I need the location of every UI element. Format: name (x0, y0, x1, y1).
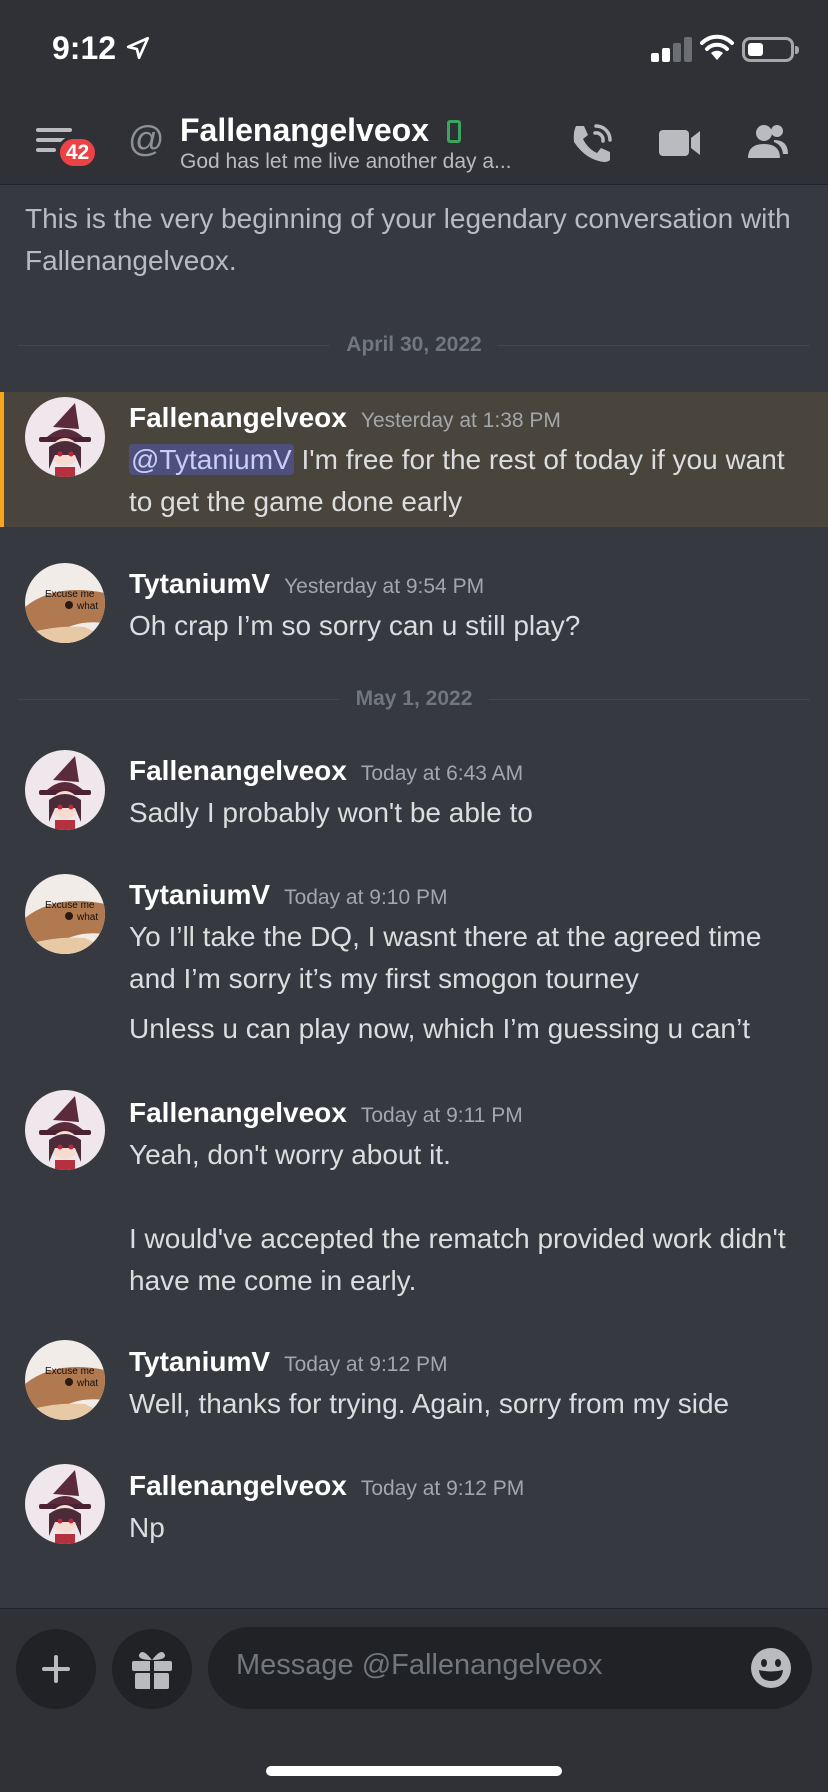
message-timestamp: Today at 9:12 PM (360, 1477, 525, 1500)
message-content: Yo I’ll take the DQ, I wasnt there at th… (129, 921, 762, 994)
chat-header: 42 @ Fallenangelveox God has let me live… (0, 100, 828, 185)
avatar-caption: Excuse me (45, 900, 95, 911)
channel-title[interactable]: Fallenangelveox (180, 112, 429, 149)
message-timestamp: Today at 9:10 PM (284, 886, 448, 909)
unread-badge: 42 (57, 136, 98, 169)
message-content: Sadly I probably won't be able to (129, 797, 533, 828)
message-input[interactable]: Message @Fallenangelveox (208, 1627, 812, 1709)
message-author[interactable]: Fallenangelveox Today at 6:43 AM (129, 755, 523, 787)
message-content: I would've accepted the rematch provided… (129, 1223, 786, 1296)
avatar-image (25, 1090, 105, 1170)
message-author[interactable]: TytaniumV Today at 9:10 PM (129, 879, 448, 911)
avatar-caption: what (76, 601, 98, 612)
status-time: 9:12 (52, 30, 117, 66)
wifi-icon (700, 34, 734, 60)
avatar-image (25, 397, 105, 477)
message-input-placeholder: Message @Fallenangelveox (236, 1649, 603, 1681)
message-author[interactable]: Fallenangelveox Yesterday at 1:38 PM (129, 402, 561, 434)
avatar-caption: what (76, 1378, 98, 1389)
status-bar: 9:12 (0, 0, 828, 100)
message-timestamp: Yesterday at 9:54 PM (284, 575, 485, 598)
message-author[interactable]: Fallenangelveox Today at 9:11 PM (129, 1097, 523, 1129)
avatar-image (25, 750, 105, 830)
avatar-image: Excuse me what (25, 874, 105, 954)
message-timestamp: Today at 9:12 PM (284, 1353, 448, 1376)
avatar-image: Excuse me what (25, 563, 105, 643)
members-icon[interactable] (744, 120, 792, 164)
avatar[interactable]: Excuse me what (25, 874, 105, 954)
message-timestamp: Yesterday at 1:38 PM (360, 409, 561, 432)
plus-icon (42, 1655, 70, 1683)
gift-icon (132, 1651, 172, 1689)
message-content: @TytaniumV I'm free for the rest of toda… (129, 444, 785, 517)
add-attachment-button[interactable] (16, 1629, 96, 1709)
emoji-icon[interactable] (750, 1647, 792, 1689)
avatar-image: Excuse me what (25, 1340, 105, 1420)
battery-icon (742, 37, 799, 62)
avatar-caption: Excuse me (45, 589, 95, 600)
home-indicator (266, 1766, 562, 1776)
avatar[interactable] (25, 1464, 105, 1544)
avatar-image (25, 1464, 105, 1544)
message-content: Np (129, 1512, 165, 1543)
avatar[interactable]: Excuse me what (25, 563, 105, 643)
message-timestamp: Today at 9:11 PM (360, 1104, 523, 1127)
avatar-caption: what (76, 912, 98, 923)
custom-status[interactable]: God has let me live another day a... (180, 150, 530, 174)
date-divider-label: May 1, 2022 (339, 684, 489, 714)
date-divider: April 30, 2022 (18, 330, 810, 360)
user-mention[interactable]: @TytaniumV (129, 444, 294, 475)
signal-icon (651, 36, 692, 62)
date-divider: May 1, 2022 (18, 684, 810, 714)
date-divider-label: April 30, 2022 (330, 330, 498, 360)
location-arrow-icon (126, 36, 150, 60)
message-author[interactable]: Fallenangelveox Today at 9:12 PM (129, 1470, 524, 1502)
conversation-intro: This is the very beginning of your legen… (25, 203, 791, 276)
message-content: Unless u can play now, which I’m guessin… (129, 1013, 750, 1044)
gift-button[interactable] (112, 1629, 192, 1709)
top-bar: 9:12 42 @ Fallenangelveox God has let me… (0, 0, 828, 185)
message-author[interactable]: TytaniumV Today at 9:12 PM (129, 1346, 448, 1378)
video-icon[interactable] (656, 120, 704, 164)
message-content: Yeah, don't worry about it. (129, 1139, 451, 1170)
at-symbol: @ (128, 118, 165, 159)
avatar[interactable] (25, 750, 105, 830)
message-content: Oh crap I’m so sorry can u still play? (129, 610, 581, 641)
avatar[interactable] (25, 1090, 105, 1170)
composer-bar: Message @Fallenangelveox (0, 1608, 828, 1792)
message-timestamp: Today at 6:43 AM (360, 762, 524, 785)
mobile-status-icon (447, 120, 461, 143)
avatar-caption: Excuse me (45, 1366, 95, 1377)
call-icon[interactable] (568, 120, 616, 164)
message-content: Well, thanks for trying. Again, sorry fr… (129, 1388, 730, 1419)
message-author[interactable]: TytaniumV Yesterday at 9:54 PM (129, 568, 484, 600)
avatar[interactable] (25, 397, 105, 477)
avatar[interactable]: Excuse me what (25, 1340, 105, 1420)
